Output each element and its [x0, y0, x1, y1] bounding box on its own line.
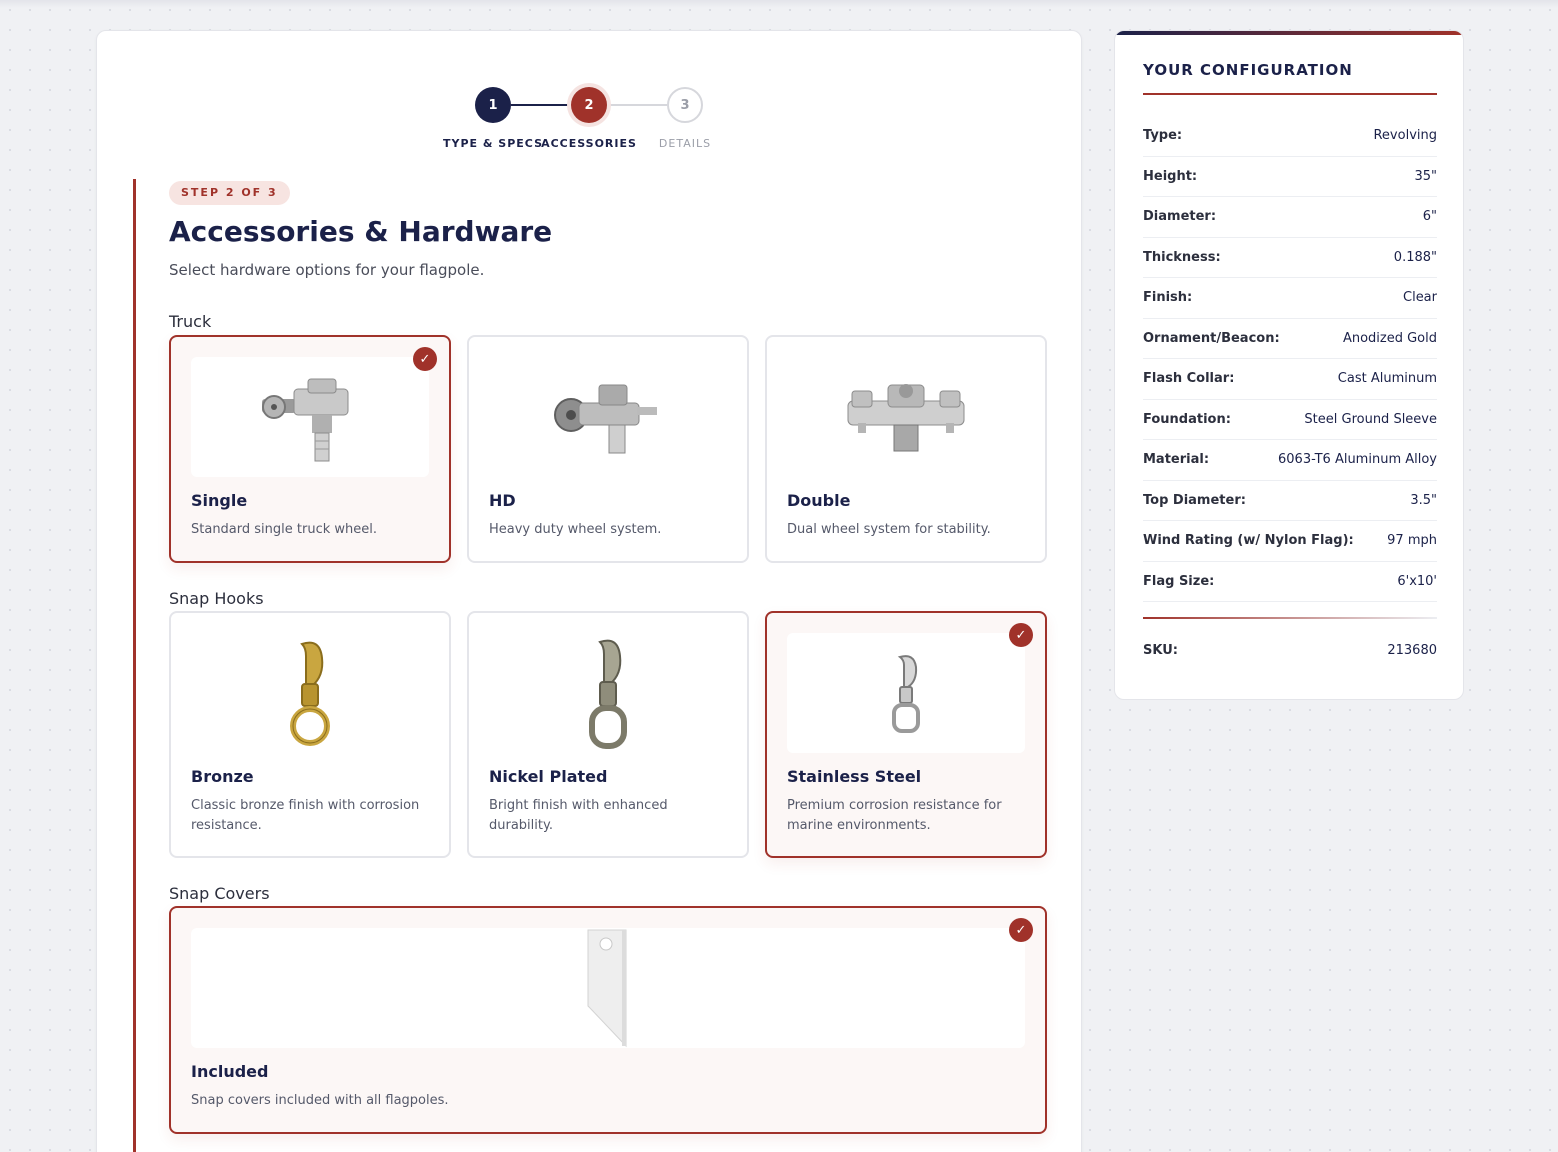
config-value: 97 mph	[1387, 533, 1437, 549]
config-row-flag-size: Flag Size: 6'x10'	[1143, 562, 1437, 602]
main-form-card: 1 2 3 TYPE & SPECS ACCESSORIES DETAILS S…	[96, 30, 1082, 1152]
title-divider	[1143, 93, 1437, 95]
option-description: Bright finish with enhanced durability.	[489, 798, 668, 833]
configuration-title: YOUR CONFIGURATION	[1143, 61, 1353, 79]
single-truck-image	[191, 357, 429, 477]
config-row-ornament: Ornament/Beacon: Anodized Gold	[1143, 319, 1437, 359]
config-row-foundation: Foundation: Steel Ground Sleeve	[1143, 400, 1437, 440]
truck-option-hd[interactable]: HD Heavy duty wheel system.	[467, 335, 749, 563]
top-shadow-bar	[0, 0, 1558, 8]
sku-label: SKU:	[1143, 643, 1178, 658]
config-key: Ornament/Beacon:	[1143, 330, 1280, 346]
double-truck-image	[787, 357, 1025, 477]
option-description: Classic bronze finish with corrosion res…	[191, 798, 420, 833]
option-title: Included	[191, 1062, 269, 1081]
option-description: Heavy duty wheel system.	[489, 522, 662, 537]
section-accent-bar	[133, 179, 136, 1152]
truck-option-double[interactable]: Double Dual wheel system for stability.	[765, 335, 1047, 563]
panel-top-accent	[1115, 31, 1463, 35]
option-title: Stainless Steel	[787, 767, 922, 786]
config-row-top-diameter: Top Diameter: 3.5"	[1143, 481, 1437, 521]
option-title: HD	[489, 491, 516, 510]
config-key: Foundation:	[1143, 411, 1231, 427]
config-row-height: Height: 35"	[1143, 157, 1437, 197]
config-key: Flash Collar:	[1143, 371, 1235, 387]
config-value: 35"	[1414, 168, 1437, 184]
config-value: Anodized Gold	[1342, 330, 1437, 346]
config-value: Steel Ground Sleeve	[1304, 411, 1437, 427]
snap-cover-option-included[interactable]: ✓ Included Snap covers included with all…	[169, 906, 1047, 1134]
config-value: Revolving	[1373, 128, 1437, 144]
config-value: 6063-T6 Aluminum Alloy	[1278, 452, 1437, 468]
option-title: Nickel Plated	[489, 767, 608, 786]
step-1-circle[interactable]: 1	[475, 87, 511, 123]
snap-hook-option-stainless-steel[interactable]: ✓ Stainless Steel Premium corrosion resi…	[765, 611, 1047, 858]
nickel-snap-hook-image	[489, 633, 727, 753]
config-key: Material:	[1143, 452, 1210, 468]
hd-truck-image	[489, 357, 727, 477]
option-description: Premium corrosion resistance for marine …	[787, 798, 1002, 833]
config-key: Finish:	[1143, 290, 1193, 306]
selected-check-icon: ✓	[1009, 918, 1033, 942]
snap-hooks-section-label: Snap Hooks	[169, 589, 264, 608]
bronze-snap-hook-image	[191, 633, 429, 753]
config-key: Type:	[1143, 128, 1183, 144]
step-2-circle[interactable]: 2	[571, 87, 607, 123]
config-row-wind-rating: Wind Rating (w/ Nylon Flag): 97 mph	[1143, 521, 1437, 562]
option-title: Single	[191, 491, 248, 510]
config-value: 6"	[1422, 209, 1437, 225]
selected-check-icon: ✓	[413, 347, 437, 371]
stainless-snap-hook-image	[787, 633, 1025, 753]
selected-check-icon: ✓	[1009, 623, 1033, 647]
option-title: Double	[787, 491, 851, 510]
config-value: 0.188"	[1393, 249, 1437, 265]
page-title: Accessories & Hardware	[169, 215, 553, 248]
config-row-thickness: Thickness: 0.188"	[1143, 238, 1437, 278]
config-key: Diameter:	[1143, 209, 1217, 225]
config-value: Cast Aluminum	[1337, 371, 1437, 387]
step-badge: STEP 2 OF 3	[169, 181, 290, 205]
sku-value: 213680	[1387, 643, 1437, 658]
option-description: Standard single truck wheel.	[191, 522, 377, 537]
step-connector-pending	[607, 104, 667, 106]
snap-cover-image	[191, 928, 1025, 1048]
option-description: Snap covers included with all flagpoles.	[191, 1093, 449, 1108]
snap-covers-section-label: Snap Covers	[169, 884, 270, 903]
configuration-summary-panel: YOUR CONFIGURATION Type: Revolving Heigh…	[1114, 30, 1464, 700]
truck-section-label: Truck	[169, 312, 212, 331]
snap-hook-option-bronze[interactable]: Bronze Classic bronze finish with corros…	[169, 611, 451, 858]
sku-row: SKU: 213680	[1143, 643, 1437, 658]
config-row-finish: Finish: Clear	[1143, 278, 1437, 319]
step-3-circle[interactable]: 3	[667, 87, 703, 123]
snap-hook-option-nickel-plated[interactable]: Nickel Plated Bright finish with enhance…	[467, 611, 749, 858]
option-description: Dual wheel system for stability.	[787, 522, 991, 537]
config-value: 6'x10'	[1397, 573, 1437, 589]
config-value: 3.5"	[1410, 492, 1437, 508]
option-title: Bronze	[191, 767, 254, 786]
step-3-label: DETAILS	[658, 137, 712, 150]
config-row-type: Type: Revolving	[1143, 116, 1437, 157]
progress-stepper: 1 2 3 TYPE & SPECS ACCESSORIES DETAILS	[97, 31, 1081, 171]
truck-option-single[interactable]: ✓ Single Standard single truck wheel.	[169, 335, 451, 563]
sku-divider	[1143, 617, 1437, 619]
config-row-material: Material: 6063-T6 Aluminum Alloy	[1143, 440, 1437, 481]
config-key: Height:	[1143, 168, 1198, 184]
config-key: Flag Size:	[1143, 573, 1215, 589]
config-row-flash-collar: Flash Collar: Cast Aluminum	[1143, 359, 1437, 400]
configuration-rows: Type: Revolving Height: 35" Diameter: 6"…	[1143, 116, 1437, 602]
page-subtitle: Select hardware options for your flagpol…	[169, 261, 485, 279]
config-row-diameter: Diameter: 6"	[1143, 197, 1437, 238]
config-key: Wind Rating (w/ Nylon Flag):	[1143, 533, 1354, 549]
config-value: Clear	[1403, 290, 1437, 306]
config-key: Top Diameter:	[1143, 492, 1246, 508]
step-connector-complete	[511, 104, 571, 106]
config-key: Thickness:	[1143, 249, 1221, 265]
